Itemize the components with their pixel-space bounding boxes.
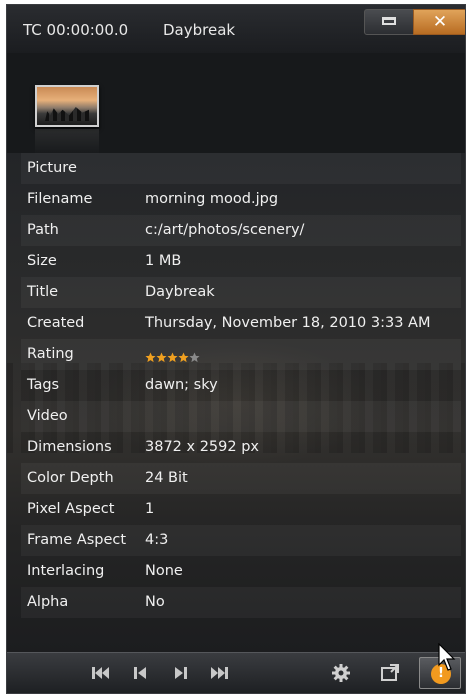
property-row: Tags dawn; sky [21, 370, 461, 401]
section-header: Picture [21, 153, 461, 184]
title-name: Daybreak [163, 21, 236, 39]
window-title: TC 00:00:00.0 Daybreak [23, 21, 235, 39]
property-value: None [145, 563, 183, 579]
property-value: 1 MB [145, 253, 182, 269]
external-window-icon [381, 664, 399, 681]
picture-thumbnail[interactable] [35, 85, 99, 127]
minimize-icon [382, 17, 396, 25]
skip-to-end-icon [211, 667, 228, 679]
property-value: 1 [145, 501, 155, 517]
title-bar[interactable]: TC 00:00:00.0 Daybreak ✕ [7, 5, 465, 53]
property-row: Rating [21, 339, 461, 370]
footer-toolbar: ! [7, 652, 465, 693]
minimize-button[interactable] [364, 9, 414, 35]
properties-window: TC 00:00:00.0 Daybreak ✕ Picture Filename m… [6, 4, 466, 694]
next-frame-button[interactable] [171, 665, 191, 681]
property-row: Title Daybreak [21, 277, 461, 308]
property-name: Frame Aspect [27, 532, 127, 548]
property-name: Dimensions [27, 439, 112, 455]
property-value: 24 Bit [145, 470, 188, 486]
previous-frame-icon [134, 667, 146, 679]
star-icon[interactable] [189, 352, 200, 363]
property-name: Path [27, 222, 59, 238]
section-header: Video [21, 401, 461, 432]
mouse-pointer-icon [438, 643, 456, 671]
skip-to-start-button[interactable] [91, 665, 111, 681]
section-title: Picture [27, 160, 77, 176]
property-name: Pixel Aspect [27, 501, 115, 517]
property-row: Created Thursday, November 18, 2010 3:33 … [21, 308, 461, 339]
gear-icon [332, 664, 350, 682]
property-name: Rating [27, 346, 74, 362]
star-icon[interactable] [167, 352, 178, 363]
external-window-button[interactable] [378, 661, 402, 685]
properties-panel: Picture Filename morning mood.jpg Path c:/ar… [7, 53, 465, 653]
property-value: No [145, 594, 165, 610]
skip-to-start-icon [92, 667, 109, 679]
property-row: Pixel Aspect 1 [21, 494, 461, 525]
property-row: Dimensions 3872 x 2592 px [21, 432, 461, 463]
property-value: Daybreak [145, 284, 215, 300]
property-row: Color Depth 24 Bit [21, 463, 461, 494]
property-name: Tags [27, 377, 60, 393]
skip-to-end-button[interactable] [209, 665, 229, 681]
property-value: dawn; sky [145, 377, 218, 393]
property-row: Path c:/art/photos/scenery/ [21, 215, 461, 246]
star-icon[interactable] [145, 352, 156, 363]
property-value: 4:3 [145, 532, 169, 548]
property-row: Frame Aspect 4:3 [21, 525, 461, 556]
section-title: Video [27, 408, 68, 424]
property-value: Thursday, November 18, 2010 3:33 AM [145, 315, 431, 331]
next-frame-icon [175, 667, 187, 679]
property-row: Filename morning mood.jpg [21, 184, 461, 215]
property-name: Alpha [27, 594, 69, 610]
property-row: Size 1 MB [21, 246, 461, 277]
close-icon: ✕ [432, 12, 448, 32]
property-row: Alpha No [21, 587, 461, 618]
property-value: morning mood.jpg [145, 191, 279, 207]
timecode-label: TC 00:00:00.0 [23, 21, 129, 39]
star-icon[interactable] [156, 352, 167, 363]
property-list: Picture Filename morning mood.jpg Path c:/ar… [21, 153, 461, 618]
settings-button[interactable] [329, 661, 353, 685]
property-name: Title [27, 284, 59, 300]
rating-stars[interactable] [145, 348, 200, 363]
property-row: Interlacing None [21, 556, 461, 587]
property-name: Interlacing [27, 563, 105, 579]
property-value: 3872 x 2592 px [145, 439, 259, 455]
thumbnail-reflection [35, 129, 99, 155]
property-name: Size [27, 253, 57, 269]
property-name: Created [27, 315, 85, 331]
star-icon[interactable] [178, 352, 189, 363]
close-button[interactable]: ✕ [413, 9, 465, 35]
property-value: c:/art/photos/scenery/ [145, 222, 305, 238]
property-name: Filename [27, 191, 93, 207]
property-name: Color Depth [27, 470, 114, 486]
previous-frame-button[interactable] [131, 665, 151, 681]
